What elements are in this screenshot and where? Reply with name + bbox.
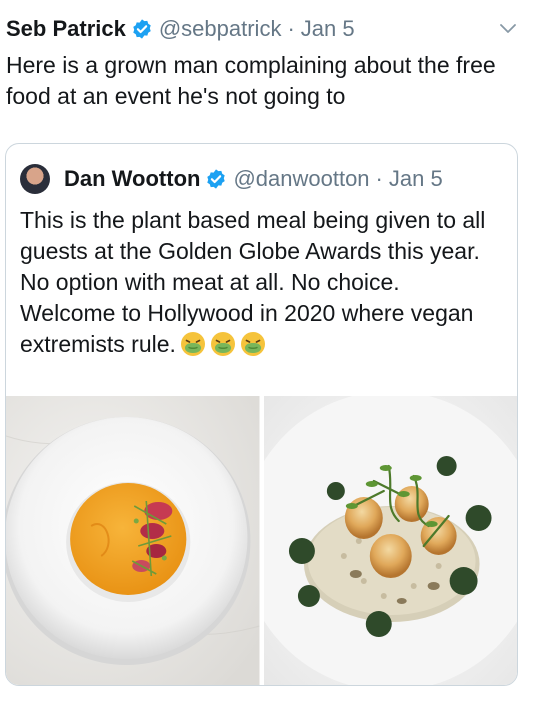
emoji-group: [180, 331, 266, 357]
quoted-tweet-header: Dan Wootton @danwootton · Jan 5: [20, 163, 443, 195]
media-grid: [6, 396, 517, 685]
chevron-down-icon[interactable]: [498, 18, 518, 38]
tweet-text: Here is a grown man complaining about th…: [6, 52, 496, 109]
tweet[interactable]: Seb Patrick @sebpatrick · Jan 5 Here is …: [0, 0, 540, 701]
nauseated-face-icon: [180, 332, 205, 356]
quoted-author-handle: @danwootton: [233, 166, 370, 191]
avatar[interactable]: [20, 164, 50, 194]
quoted-tweet[interactable]: Dan Wootton @danwootton · Jan 5 This is …: [5, 143, 518, 686]
nauseated-face-icon: [210, 332, 235, 356]
soup-photo[interactable]: [6, 396, 260, 685]
verified-badge-icon: [133, 19, 151, 39]
quoted-tweet-date: Jan 5: [388, 166, 443, 191]
author-name[interactable]: Seb Patrick: [6, 16, 126, 42]
quoted-tweet-text: This is the plant based meal being given…: [20, 205, 500, 360]
nauseated-face-icon: [240, 332, 265, 356]
tweet-header: Seb Patrick @sebpatrick · Jan 5: [6, 14, 540, 44]
meta-separator: ·: [287, 16, 295, 41]
risotto-photo[interactable]: [263, 396, 517, 685]
tweet-date[interactable]: Jan 5: [301, 16, 355, 42]
quoted-author-name: Dan Wootton: [64, 166, 201, 191]
author-handle[interactable]: @sebpatrick: [159, 16, 282, 42]
verified-badge-icon: [207, 169, 226, 189]
meta-separator: ·: [375, 166, 383, 191]
